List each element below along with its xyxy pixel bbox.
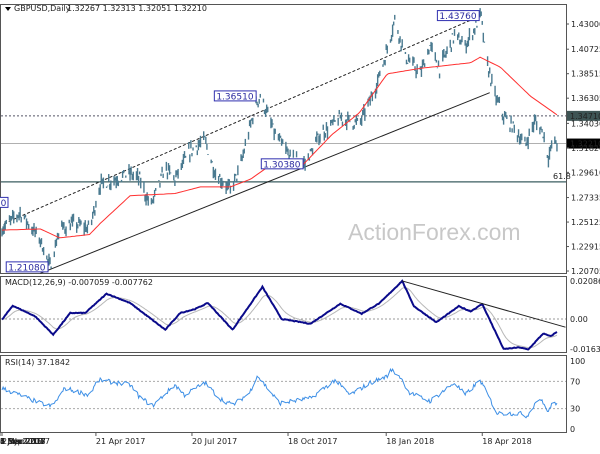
y-tick-label: 1.22915 — [571, 243, 600, 252]
rsi-tick-label: 100 — [570, 357, 585, 366]
x-tick-label: 21 Apr 2017 — [96, 437, 145, 446]
y-tick-label: 1.31820 — [571, 144, 600, 153]
y-tick-label: 1.40725 — [571, 45, 600, 54]
y-tick-label: 1.25125 — [571, 218, 600, 227]
y-tick-label: 1.29610 — [571, 168, 600, 177]
macd-tick-label: 0.020861 — [570, 277, 600, 286]
rsi-title: RSI(14) 37.1842 — [5, 358, 70, 367]
rsi-tick-label: 30 — [570, 405, 580, 414]
price-annotation-label: 1.21080 — [8, 263, 45, 273]
x-tick-label: 18 Oct 2017 — [288, 437, 337, 446]
rsi-tick-label: 0 — [570, 425, 575, 434]
y-tick-label: 1.43000 — [571, 20, 600, 29]
price-annotation-label: 1.30380 — [263, 160, 300, 170]
chart-header: GBPUSD,Daily 1.32267 1.32313 1.32051 1.3… — [5, 4, 207, 13]
price-annotation-label: 1.36510 — [216, 92, 253, 102]
fib-61.8-label: 61.8 — [553, 172, 571, 181]
chart-window: ActionForex.com 61.8 1.21080 1.36510 1.3038… — [0, 4, 600, 446]
x-tick-label: 18 Jan 2018 — [386, 437, 434, 446]
x-tick-label: 18 Apr 2018 — [482, 437, 531, 446]
y-tick-label: 1.38515 — [571, 70, 600, 79]
macd-tick-label: 0.00 — [570, 315, 588, 324]
rsi-tick-label: 70 — [570, 377, 580, 386]
y-tick-label: 1.34030 — [571, 119, 600, 128]
watermark: ActionForex.com — [348, 219, 521, 245]
price-annotation-label: 0 — [1, 199, 7, 209]
symbol-label: GBPUSD,Daily — [14, 4, 71, 13]
x-tick-label: 1 Jun 2018 — [0, 437, 43, 446]
macd-tick-label: -0.016357 — [570, 345, 600, 354]
ohlc-values: 1.32267 1.32313 1.32051 1.32210 — [67, 4, 207, 13]
y-tick-label: 1.20705 — [571, 267, 600, 276]
y-tick-label: 1.27335 — [571, 194, 600, 203]
macd-title: MACD(12,26,9) -0.007059 -0.007762 — [5, 278, 153, 287]
price-annotation-label: 1.43760 — [439, 12, 476, 22]
y-tick-label: 1.36305 — [571, 94, 600, 103]
x-tick-label: 20 Jul 2017 — [192, 437, 237, 446]
